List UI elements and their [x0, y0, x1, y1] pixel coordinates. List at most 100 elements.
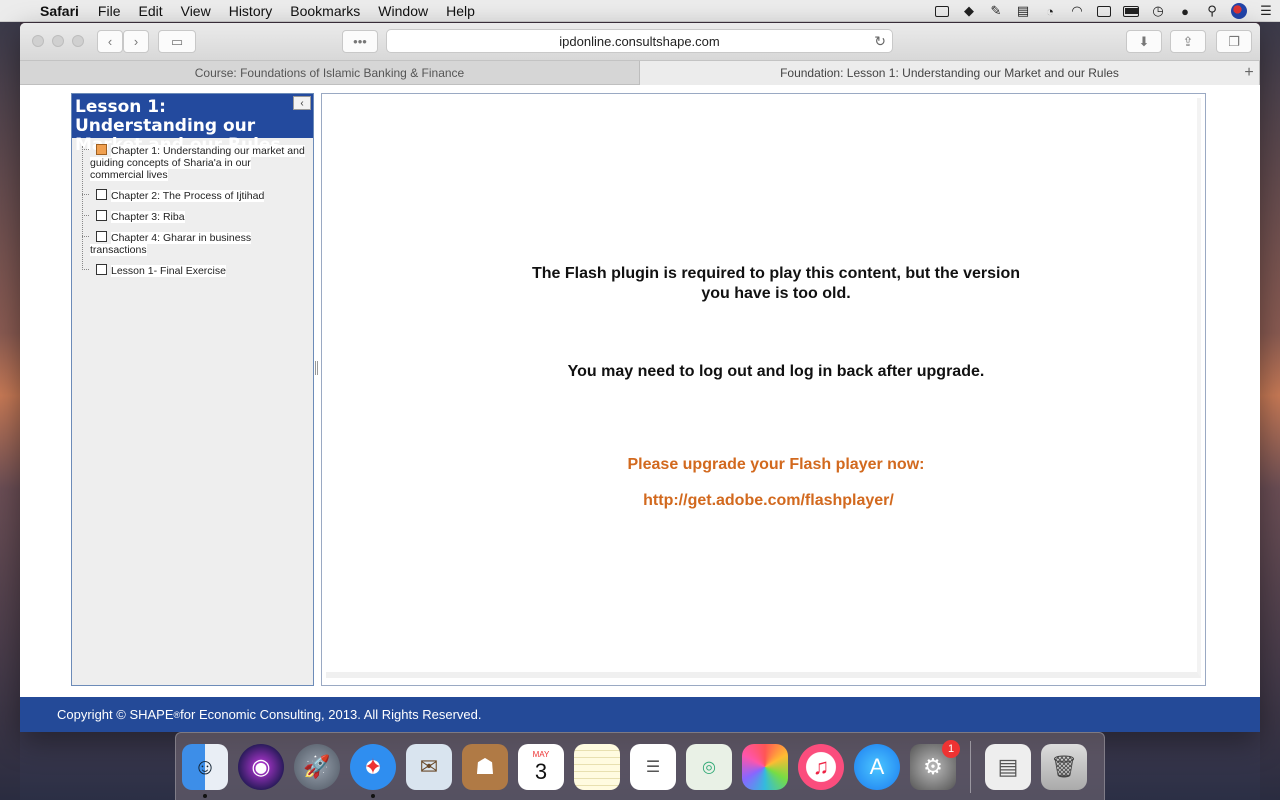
checkbox-icon — [96, 210, 107, 221]
notes-icon[interactable] — [574, 743, 620, 790]
siri-icon[interactable] — [1231, 3, 1247, 19]
checkbox-icon — [96, 231, 107, 242]
safari-icon[interactable]: ✦ — [350, 743, 396, 798]
tab-course[interactable]: Course: Foundations of Islamic Banking &… — [20, 61, 640, 85]
flash-outdated-message: The Flash plugin is required to play thi… — [531, 265, 1021, 302]
contacts-icon[interactable]: ☗ — [462, 743, 508, 790]
tree-item-chapter-4[interactable]: Chapter 4: Gharar in business transactio… — [80, 231, 307, 256]
downloads-button[interactable]: ⬇ — [1126, 30, 1162, 53]
notification-badge: 1 — [942, 739, 960, 758]
forward-button[interactable]: › — [123, 30, 149, 53]
chapter-tree: Chapter 1: Understanding our market and … — [72, 138, 313, 277]
app-store-icon[interactable]: A — [854, 743, 900, 790]
chevron-left-icon: ‹ — [107, 34, 113, 49]
collapse-sidebar-button[interactable]: ‹ — [293, 96, 311, 110]
new-tab-button[interactable]: + — [1238, 61, 1260, 85]
sidebar-title: Lesson 1: Understanding our Market and o… — [72, 94, 313, 155]
chevron-left-icon: ‹ — [300, 97, 304, 109]
clock-icon[interactable]: ◷ — [1150, 3, 1166, 18]
siri-icon[interactable]: ◉ — [238, 743, 284, 790]
tree-item-chapter-2[interactable]: Chapter 2: The Process of Ijtihad — [80, 189, 307, 202]
reload-icon[interactable]: ↻ — [874, 33, 886, 50]
tree-item-label: Chapter 4: Gharar in business transactio… — [90, 232, 252, 256]
display-icon[interactable] — [1096, 4, 1112, 18]
menu-history[interactable]: History — [220, 3, 282, 19]
menu-edit[interactable]: Edit — [129, 3, 171, 19]
reminders-icon[interactable]: ☰ — [630, 743, 676, 790]
menu-window[interactable]: Window — [369, 3, 437, 19]
download-icon: ⬇ — [1138, 33, 1150, 49]
status-area: ◆ ✎ ▤ ◔ ◠ ◷ ● ⚲ ☰ — [934, 0, 1274, 22]
notification-center-icon[interactable]: ☰ — [1258, 3, 1274, 18]
calendar-day: 3 — [534, 758, 548, 784]
dropbox-icon[interactable]: ◆ — [961, 3, 977, 18]
lesson-sidebar: Lesson 1: Understanding our Market and o… — [71, 93, 314, 686]
battery-icon[interactable] — [1123, 4, 1139, 18]
itunes-icon[interactable]: ♫ — [798, 743, 844, 790]
mail-stamp-icon[interactable]: ✉ — [406, 743, 452, 790]
relogin-message: You may need to log out and log in back … — [567, 363, 985, 380]
reader-more-button[interactable]: ••• — [342, 30, 378, 53]
photos-icon[interactable] — [742, 743, 788, 790]
menu-app-name[interactable]: Safari — [34, 3, 89, 19]
flash-content-frame: The Flash plugin is required to play thi… — [321, 93, 1206, 686]
copyright-suffix: for Economic Consulting, 2013. All Right… — [180, 707, 482, 722]
system-preferences-icon[interactable]: ⚙ 1 — [910, 739, 960, 790]
tree-item-label: Lesson 1- Final Exercise — [111, 265, 226, 277]
menu-view[interactable]: View — [172, 3, 220, 19]
menu-file[interactable]: File — [89, 3, 130, 19]
sync-icon[interactable]: ◔ — [1042, 4, 1058, 19]
tree-item-label: Chapter 1: Understanding our market and … — [90, 145, 305, 181]
tree-item-final-exercise[interactable]: Lesson 1- Final Exercise — [80, 264, 307, 277]
menu-bar: Safari File Edit View History Bookmarks … — [0, 0, 1280, 22]
web-page: Lesson 1: Understanding our Market and o… — [20, 85, 1260, 732]
chevron-right-icon: › — [133, 34, 139, 49]
back-button[interactable]: ‹ — [97, 30, 123, 53]
airplay-screen-icon[interactable] — [934, 4, 950, 18]
copyright-prefix: Copyright © SHAPE — [57, 707, 174, 722]
menu-help[interactable]: Help — [437, 3, 484, 19]
downloads-stack-icon[interactable]: ▤ — [985, 743, 1031, 790]
trash-icon[interactable]: 🗑 — [1041, 743, 1087, 790]
share-button[interactable]: ⇪ — [1170, 30, 1206, 53]
more-dots-icon: ••• — [353, 34, 367, 49]
tree-item-chapter-3[interactable]: Chapter 3: Riba — [80, 210, 307, 223]
tab-lesson[interactable]: Foundation: Lesson 1: Understanding our … — [640, 61, 1260, 85]
flash-download-link[interactable]: http://get.adobe.com/flashplayer/ — [476, 492, 1061, 510]
checkbox-icon — [96, 264, 107, 275]
dock-separator — [970, 740, 971, 793]
tree-item-chapter-1[interactable]: Chapter 1: Understanding our market and … — [80, 144, 307, 181]
window-controls — [32, 35, 84, 47]
user-icon[interactable]: ● — [1177, 4, 1193, 19]
sidebar-toggle-button[interactable]: ▭ — [158, 30, 196, 53]
minimize-window-button[interactable] — [52, 35, 64, 47]
tab-lesson-label: Foundation: Lesson 1: Understanding our … — [780, 66, 1119, 80]
pen-icon[interactable]: ✎ — [988, 3, 1004, 18]
checkbox-icon — [96, 189, 107, 200]
menu-bookmarks[interactable]: Bookmarks — [281, 3, 369, 19]
close-window-button[interactable] — [32, 35, 44, 47]
share-icon: ⇪ — [1182, 33, 1194, 49]
tree-item-label: Chapter 2: The Process of Ijtihad — [111, 190, 265, 202]
maps-icon[interactable]: ◎ — [686, 743, 732, 790]
address-bar[interactable]: ipdonline.consultshape.com ↻ — [386, 29, 893, 53]
tab-bar: Course: Foundations of Islamic Banking &… — [20, 61, 1260, 85]
safari-window: ‹ › ▭ ••• ipdonline.consultshape.com ↻ ⬇… — [20, 23, 1260, 732]
spotlight-search-icon[interactable]: ⚲ — [1204, 3, 1220, 18]
flash-placeholder: The Flash plugin is required to play thi… — [326, 98, 1201, 678]
finder-icon[interactable]: ☺ — [182, 743, 228, 798]
plus-icon: + — [1244, 64, 1254, 81]
zoom-window-button[interactable] — [72, 35, 84, 47]
tree-item-label: Chapter 3: Riba — [111, 211, 185, 223]
tab-course-label: Course: Foundations of Islamic Banking &… — [194, 66, 465, 80]
calendar-icon[interactable]: MAY 3 — [518, 743, 564, 790]
tabs-overview-button[interactable]: ❐ — [1216, 30, 1252, 53]
inbox-icon[interactable]: ▤ — [1015, 3, 1031, 18]
pane-splitter-handle[interactable] — [315, 361, 318, 375]
registered-mark: ® — [173, 709, 181, 720]
wifi-icon[interactable]: ◠ — [1069, 3, 1085, 18]
desktop-wallpaper-right — [1260, 22, 1280, 800]
launchpad-icon[interactable]: 🚀 — [294, 743, 340, 790]
site-footer: Copyright © SHAPE ® for Economic Consulti… — [20, 697, 1260, 732]
tabs-icon: ❐ — [1228, 33, 1240, 49]
